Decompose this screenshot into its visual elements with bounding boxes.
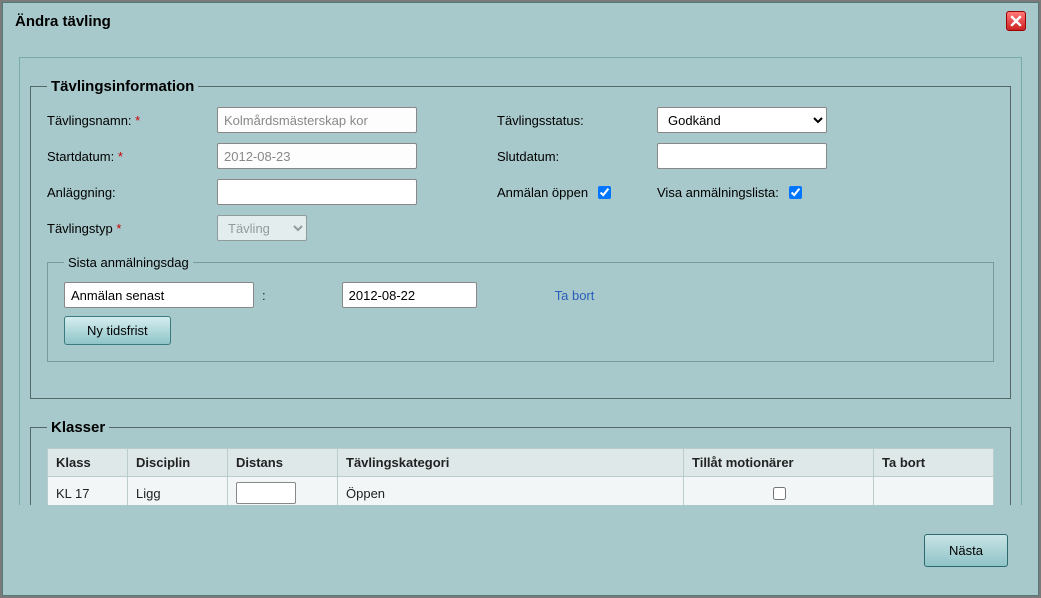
cell-motion (684, 477, 874, 506)
dialog-title: Ändra tävling (15, 13, 111, 30)
competition-info-fieldset: Tävlingsinformation Tävlingsnamn: * Tävl… (30, 78, 1011, 399)
klasser-legend: Klasser (47, 419, 109, 436)
startdate-label: Startdatum: * (47, 149, 217, 164)
reg-open-checkbox[interactable] (598, 186, 611, 199)
title-bar: Ändra tävling (3, 3, 1038, 39)
cell-tabort (874, 477, 994, 506)
klasser-header-row: Klass Disciplin Distans Tävlingskategori… (48, 449, 994, 477)
required-marker: * (116, 221, 121, 236)
type-select[interactable]: Tävling (217, 215, 307, 241)
col-disciplin: Disciplin (128, 449, 228, 477)
competition-info-legend: Tävlingsinformation (47, 78, 198, 95)
content-panel: Tävlingsinformation Tävlingsnamn: * Tävl… (19, 57, 1022, 505)
col-tabort: Ta bort (874, 449, 994, 477)
deadline-remove-link[interactable]: Ta bort (555, 288, 595, 303)
close-icon (1010, 15, 1022, 27)
col-motion: Tillåt motionärer (684, 449, 874, 477)
status-select[interactable]: Godkänd (657, 107, 827, 133)
table-row: KL 17Ligg Öppen (48, 477, 994, 506)
show-reglist-checkbox[interactable] (789, 186, 802, 199)
deadline-legend: Sista anmälningsdag (64, 255, 193, 270)
enddate-input[interactable] (657, 143, 827, 169)
required-marker: * (118, 149, 123, 164)
cell-disciplin: Ligg (128, 477, 228, 506)
name-input[interactable] (217, 107, 417, 133)
klasser-table: Klass Disciplin Distans Tävlingskategori… (47, 448, 994, 505)
col-kategori: Tävlingskategori (338, 449, 684, 477)
motion-checkbox[interactable] (773, 487, 786, 500)
klasser-fieldset: Klasser Klass Disciplin Distans Tävlings… (30, 419, 1011, 505)
cell-kategori: Öppen (338, 477, 684, 506)
new-deadline-button[interactable]: Ny tidsfrist (64, 316, 171, 345)
type-label: Tävlingstyp * (47, 221, 217, 236)
status-label: Tävlingsstatus: (497, 113, 657, 128)
facility-input[interactable] (217, 179, 417, 205)
startdate-input[interactable] (217, 143, 417, 169)
required-marker: * (135, 113, 140, 128)
dialog-frame: Ändra tävling Tävlingsinformation Tävlin… (2, 2, 1039, 596)
show-reglist-label: Visa anmälningslista: (657, 185, 779, 200)
cell-distans (228, 477, 338, 506)
facility-label: Anläggning: (47, 185, 217, 200)
close-button[interactable] (1006, 11, 1026, 31)
content-scroll[interactable]: Tävlingsinformation Tävlingsnamn: * Tävl… (15, 53, 1026, 505)
deadline-colon: : (262, 288, 266, 303)
deadline-row: : Ta bort (64, 282, 977, 308)
deadline-label-input[interactable] (64, 282, 254, 308)
col-distans: Distans (228, 449, 338, 477)
reg-open-wrap: Anmälan öppen (497, 183, 657, 202)
deadline-fieldset: Sista anmälningsdag : Ta bort Ny tidsfri… (47, 255, 994, 362)
cell-klass: KL 17 (48, 477, 128, 506)
enddate-label: Slutdatum: (497, 149, 657, 164)
next-button[interactable]: Nästa (924, 534, 1008, 567)
show-reglist-wrap: Visa anmälningslista: (657, 183, 994, 202)
reg-open-label: Anmälan öppen (497, 185, 588, 200)
info-form-grid: Tävlingsnamn: * Tävlingsstatus: Godkänd … (47, 107, 994, 241)
deadline-date-input[interactable] (342, 282, 477, 308)
col-klass: Klass (48, 449, 128, 477)
distans-input[interactable] (236, 482, 296, 504)
name-label: Tävlingsnamn: * (47, 113, 217, 128)
